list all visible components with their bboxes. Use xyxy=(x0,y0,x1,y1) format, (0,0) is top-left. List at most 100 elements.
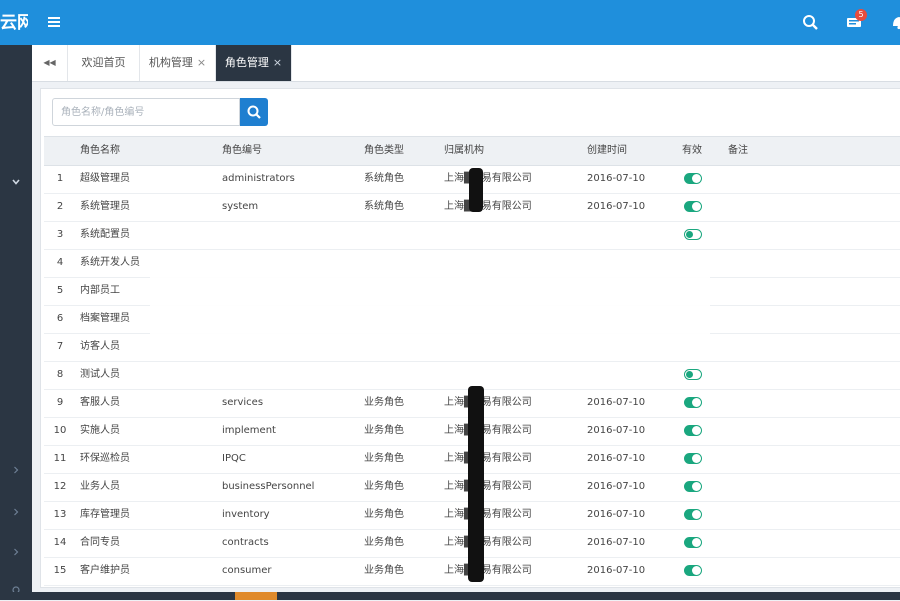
active-toggle[interactable] xyxy=(684,565,702,576)
role-type-cell: 业务角色 xyxy=(364,481,404,492)
blurred-overlay xyxy=(150,250,710,358)
created-date-cell: 2016-07-10 xyxy=(587,481,646,492)
role-code-cell: contracts xyxy=(222,537,269,548)
role-name-cell: 系统管理员 xyxy=(80,201,130,212)
role-code-cell: system xyxy=(222,201,259,212)
role-type-cell: 系统角色 xyxy=(364,173,404,184)
created-date-cell: 2016-07-10 xyxy=(587,565,646,576)
column-header-code[interactable]: 角色编号 xyxy=(222,137,262,165)
role-code-cell: consumer xyxy=(222,565,272,576)
chevron-right-icon[interactable] xyxy=(0,547,32,563)
active-toggle[interactable] xyxy=(684,425,702,436)
role-name-cell: 客户维护员 xyxy=(80,565,130,576)
active-toggle[interactable] xyxy=(684,481,702,492)
active-toggle[interactable] xyxy=(684,201,702,212)
role-name-cell: 库存管理员 xyxy=(80,509,130,520)
role-name-cell: 档案管理员 xyxy=(80,313,130,324)
column-header-active[interactable]: 有效 xyxy=(682,137,702,165)
row-index: 4 xyxy=(56,257,64,268)
role-type-cell: 业务角色 xyxy=(364,537,404,548)
hamburger-icon[interactable] xyxy=(42,10,66,34)
chevron-right-icon[interactable] xyxy=(0,507,32,523)
table-row[interactable]: 3 系统配置员 xyxy=(44,221,900,250)
active-toggle[interactable] xyxy=(684,537,702,548)
column-header-created[interactable]: 创建时间 xyxy=(587,137,627,165)
column-header-type[interactable]: 角色类型 xyxy=(364,137,404,165)
org-cell: 上海█贸易有限公司 xyxy=(444,481,532,492)
row-index: 2 xyxy=(56,201,64,212)
role-name-cell: 访客人员 xyxy=(80,341,120,352)
role-type-cell: 业务角色 xyxy=(364,453,404,464)
top-navbar: 云网 5 xyxy=(0,0,900,45)
bell-icon[interactable] xyxy=(888,11,900,33)
chevron-right-icon[interactable] xyxy=(0,465,32,481)
column-header-org[interactable]: 归属机构 xyxy=(444,137,484,165)
redaction-mark xyxy=(468,386,484,582)
row-index: 8 xyxy=(56,369,64,380)
org-cell: 上海█贸易有限公司 xyxy=(444,201,532,212)
role-name-cell: 内部员工 xyxy=(80,285,120,296)
role-name-cell: 环保巡检员 xyxy=(80,453,130,464)
redaction-mark xyxy=(469,168,483,212)
org-cell: 上海█贸易有限公司 xyxy=(444,537,532,548)
role-code-cell: inventory xyxy=(222,509,270,520)
org-cell: 上海█贸易有限公司 xyxy=(444,397,532,408)
row-index: 6 xyxy=(56,313,64,324)
row-index: 12 xyxy=(53,481,67,492)
tabs-back-button[interactable]: ◀◀ xyxy=(32,45,68,81)
active-toggle[interactable] xyxy=(684,369,702,380)
chevron-down-icon[interactable] xyxy=(0,177,32,193)
row-index: 3 xyxy=(56,229,64,240)
role-name-cell: 业务人员 xyxy=(80,481,120,492)
row-index: 10 xyxy=(53,425,67,436)
active-toggle[interactable] xyxy=(684,397,702,408)
role-type-cell: 业务角色 xyxy=(364,565,404,576)
active-toggle[interactable] xyxy=(684,229,702,240)
active-toggle[interactable] xyxy=(684,173,702,184)
role-code-cell: services xyxy=(222,397,264,408)
created-date-cell: 2016-07-10 xyxy=(587,201,646,212)
active-toggle[interactable] xyxy=(684,509,702,520)
role-type-cell: 业务角色 xyxy=(364,425,404,436)
created-date-cell: 2016-07-10 xyxy=(587,397,646,408)
footer-accent xyxy=(235,592,277,600)
search-button[interactable] xyxy=(240,98,268,126)
footer-bar xyxy=(0,592,900,600)
role-code-cell: IPQC xyxy=(222,453,246,464)
column-header-remark[interactable]: 备注 xyxy=(728,137,748,165)
close-icon[interactable]: × xyxy=(273,56,282,69)
row-index: 11 xyxy=(53,453,67,464)
row-index: 14 xyxy=(53,537,67,548)
row-index: 15 xyxy=(53,565,67,576)
role-name-cell: 系统开发人员 xyxy=(80,257,140,268)
role-name-cell: 合同专员 xyxy=(80,537,120,548)
created-date-cell: 2016-07-10 xyxy=(587,453,646,464)
role-name-cell: 超级管理员 xyxy=(80,173,130,184)
org-cell: 上海█贸易有限公司 xyxy=(444,425,532,436)
search-icon[interactable] xyxy=(799,11,821,33)
search-input[interactable] xyxy=(52,98,240,126)
org-cell: 上海█贸易有限公司 xyxy=(444,509,532,520)
role-code-cell: businessPersonnel xyxy=(222,481,315,492)
search-icon xyxy=(247,105,261,119)
table-header: 角色名称 角色编号 角色类型 归属机构 创建时间 有效 备注 xyxy=(44,136,900,166)
close-icon[interactable]: × xyxy=(197,56,206,69)
role-name-cell: 测试人员 xyxy=(80,369,120,380)
message-count-badge: 5 xyxy=(855,9,867,21)
row-index: 13 xyxy=(53,509,67,520)
role-code-cell: administrators xyxy=(222,173,295,184)
tab-org-management[interactable]: 机构管理 × xyxy=(140,45,216,81)
tab-welcome[interactable]: 欢迎首页 xyxy=(68,45,140,81)
role-name-cell: 系统配置员 xyxy=(80,229,130,240)
role-name-cell: 客服人员 xyxy=(80,397,120,408)
column-header-name[interactable]: 角色名称 xyxy=(80,137,120,165)
tab-role-management[interactable]: 角色管理 × xyxy=(216,45,292,81)
active-toggle[interactable] xyxy=(684,453,702,464)
role-type-cell: 业务角色 xyxy=(364,509,404,520)
org-cell: 上海█贸易有限公司 xyxy=(444,173,532,184)
role-type-cell: 系统角色 xyxy=(364,201,404,212)
row-index: 9 xyxy=(56,397,64,408)
created-date-cell: 2016-07-10 xyxy=(587,425,646,436)
tab-label: 角色管理 xyxy=(224,56,269,69)
tab-label: 机构管理 xyxy=(148,56,193,69)
